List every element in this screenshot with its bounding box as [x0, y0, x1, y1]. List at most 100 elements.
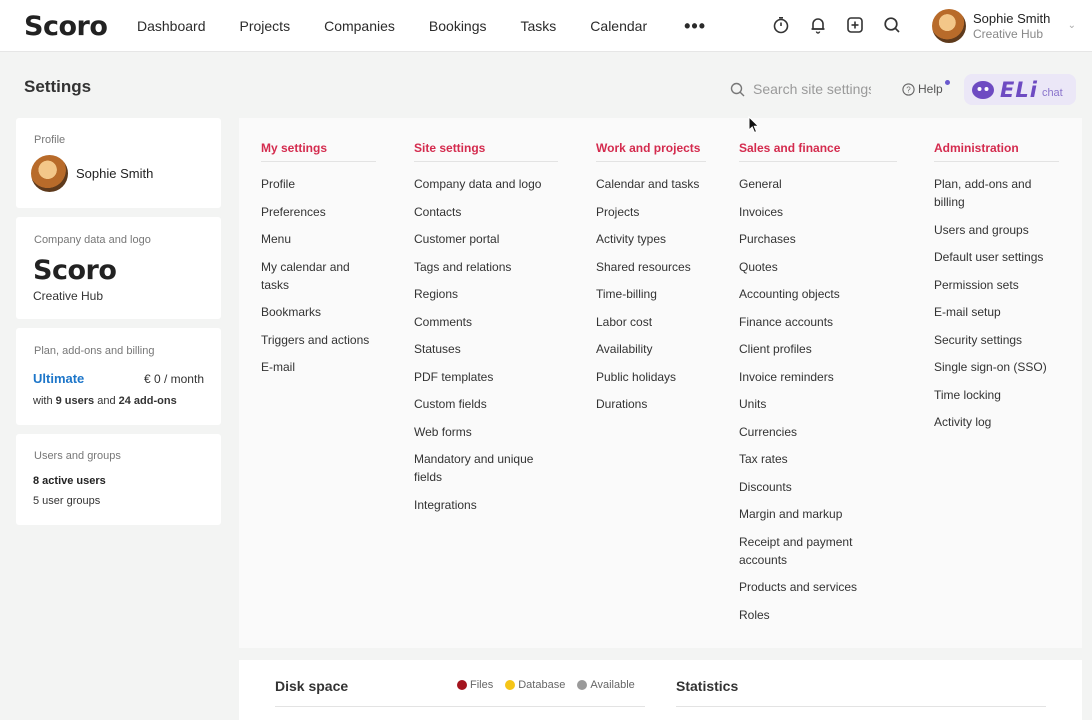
legend-files: Files: [457, 679, 493, 691]
add-icon[interactable]: [844, 14, 866, 36]
settings-link-durations[interactable]: Durations: [596, 395, 706, 413]
settings-link-client-profiles[interactable]: Client profiles: [739, 340, 897, 358]
user-groups: 5 user groups: [33, 495, 101, 507]
settings-link-profile[interactable]: Profile: [261, 175, 376, 193]
stats-section: Disk space Files Database Available Stat…: [239, 660, 1082, 720]
settings-link-tags[interactable]: Tags and relations: [414, 258, 558, 276]
column-site-settings: Site settings Company data and logo Cont…: [414, 141, 558, 523]
settings-link-tax-rates[interactable]: Tax rates: [739, 450, 897, 468]
settings-link-margin-markup[interactable]: Margin and markup: [739, 505, 897, 523]
plan-addons: 24 add-ons: [118, 395, 177, 407]
settings-link-menu[interactable]: Menu: [261, 230, 376, 248]
settings-link-pdf-templates[interactable]: PDF templates: [414, 368, 558, 386]
plan-name[interactable]: Ultimate: [33, 371, 84, 386]
active-users: 8 active users: [33, 475, 106, 487]
settings-link-regions[interactable]: Regions: [414, 285, 558, 303]
settings-link-finance-accounts[interactable]: Finance accounts: [739, 313, 897, 331]
settings-link-public-holidays[interactable]: Public holidays: [596, 368, 706, 386]
nav-dashboard[interactable]: Dashboard: [137, 18, 206, 34]
search-input[interactable]: [753, 81, 871, 97]
settings-link-integrations[interactable]: Integrations: [414, 496, 558, 514]
settings-link-currencies[interactable]: Currencies: [739, 423, 897, 441]
settings-link-activity-types[interactable]: Activity types: [596, 230, 706, 248]
settings-link-email-setup[interactable]: E-mail setup: [934, 303, 1059, 321]
profile-name: Sophie Smith: [76, 166, 154, 181]
top-bar: Scoro Dashboard Projects Companies Booki…: [0, 0, 1092, 52]
settings-link-bookmarks[interactable]: Bookmarks: [261, 303, 376, 321]
eli-chat-button[interactable]: ELi chat: [964, 74, 1076, 105]
settings-link-time-billing[interactable]: Time-billing: [596, 285, 706, 303]
scoro-logo[interactable]: Scoro: [24, 10, 108, 42]
nav-calendar[interactable]: Calendar: [590, 18, 647, 34]
divider: [676, 706, 1046, 707]
settings-link-projects[interactable]: Projects: [596, 203, 706, 221]
column-administration: Administration Plan, add-ons and billing…: [934, 141, 1059, 441]
settings-link-products-services[interactable]: Products and services: [739, 578, 897, 596]
settings-link-customer-portal[interactable]: Customer portal: [414, 230, 558, 248]
logo-text: Scoro: [24, 10, 108, 42]
main-nav: Dashboard Projects Companies Bookings Ta…: [120, 0, 706, 52]
statistics-title: Statistics: [676, 678, 739, 694]
card-label-plan: Plan, add-ons and billing: [34, 345, 155, 357]
svg-text:?: ?: [906, 85, 911, 94]
settings-link-availability[interactable]: Availability: [596, 340, 706, 358]
settings-link-contacts[interactable]: Contacts: [414, 203, 558, 221]
card-label-users: Users and groups: [34, 450, 121, 462]
settings-link-labor-cost[interactable]: Labor cost: [596, 313, 706, 331]
settings-search[interactable]: [730, 78, 875, 100]
settings-link-permission-sets[interactable]: Permission sets: [934, 276, 1059, 294]
settings-link-users-groups[interactable]: Users and groups: [934, 221, 1059, 239]
nav-companies[interactable]: Companies: [324, 18, 395, 34]
card-label-profile: Profile: [34, 134, 66, 146]
plan-desc-mid: and: [94, 395, 119, 407]
settings-link-accounting-objects[interactable]: Accounting objects: [739, 285, 897, 303]
more-nav-button[interactable]: •••: [684, 16, 706, 37]
settings-link-web-forms[interactable]: Web forms: [414, 423, 558, 441]
legend-label: Files: [470, 679, 494, 691]
settings-link-shared-resources[interactable]: Shared resources: [596, 258, 706, 276]
settings-link-comments[interactable]: Comments: [414, 313, 558, 331]
settings-link-quotes[interactable]: Quotes: [739, 258, 897, 276]
company-card[interactable]: Company data and logo Scoro Creative Hub: [16, 217, 221, 319]
plan-card[interactable]: Plan, add-ons and billing Ultimate € 0 /…: [16, 328, 221, 425]
timer-icon[interactable]: [770, 14, 792, 36]
search-icon[interactable]: [881, 14, 903, 36]
settings-link-triggers[interactable]: Triggers and actions: [261, 331, 376, 349]
user-menu[interactable]: Sophie Smith Creative Hub ⌄: [932, 8, 1080, 44]
profile-card[interactable]: Profile Sophie Smith: [16, 118, 221, 208]
settings-link-units[interactable]: Units: [739, 395, 897, 413]
settings-link-security[interactable]: Security settings: [934, 331, 1059, 349]
settings-link-statuses[interactable]: Statuses: [414, 340, 558, 358]
settings-link-calendar-tasks[interactable]: Calendar and tasks: [596, 175, 706, 193]
nav-tasks[interactable]: Tasks: [521, 18, 557, 34]
nav-projects[interactable]: Projects: [240, 18, 291, 34]
settings-panel: My settings Profile Preferences Menu My …: [239, 118, 1082, 648]
settings-link-my-calendar[interactable]: My calendar and tasks: [261, 258, 376, 294]
eli-chat-label: chat: [1041, 86, 1063, 99]
settings-link-receipt-accounts[interactable]: Receipt and payment accounts: [739, 533, 897, 569]
settings-link-invoice-reminders[interactable]: Invoice reminders: [739, 368, 897, 386]
card-label-company: Company data and logo: [34, 234, 151, 246]
settings-link-company-data[interactable]: Company data and logo: [414, 175, 558, 193]
help-button[interactable]: ? Help: [902, 82, 943, 96]
settings-link-purchases[interactable]: Purchases: [739, 230, 897, 248]
nav-bookings[interactable]: Bookings: [429, 18, 487, 34]
company-name: Creative Hub: [33, 289, 104, 303]
settings-link-invoices[interactable]: Invoices: [739, 203, 897, 221]
settings-link-time-locking[interactable]: Time locking: [934, 386, 1059, 404]
settings-link-roles[interactable]: Roles: [739, 606, 897, 624]
column-my-settings: My settings Profile Preferences Menu My …: [261, 141, 376, 386]
settings-link-plan-billing[interactable]: Plan, add-ons and billing: [934, 175, 1059, 211]
column-title: My settings: [261, 141, 376, 162]
settings-link-activity-log[interactable]: Activity log: [934, 413, 1059, 431]
settings-link-preferences[interactable]: Preferences: [261, 203, 376, 221]
settings-link-general[interactable]: General: [739, 175, 897, 193]
settings-link-custom-fields[interactable]: Custom fields: [414, 395, 558, 413]
users-card[interactable]: Users and groups 8 active users 5 user g…: [16, 434, 221, 525]
bell-icon[interactable]: [807, 14, 829, 36]
settings-link-discounts[interactable]: Discounts: [739, 478, 897, 496]
settings-link-email[interactable]: E-mail: [261, 358, 376, 376]
settings-link-mandatory-fields[interactable]: Mandatory and unique fields: [414, 450, 558, 486]
settings-link-sso[interactable]: Single sign-on (SSO): [934, 358, 1059, 376]
settings-link-default-user-settings[interactable]: Default user settings: [934, 248, 1059, 266]
